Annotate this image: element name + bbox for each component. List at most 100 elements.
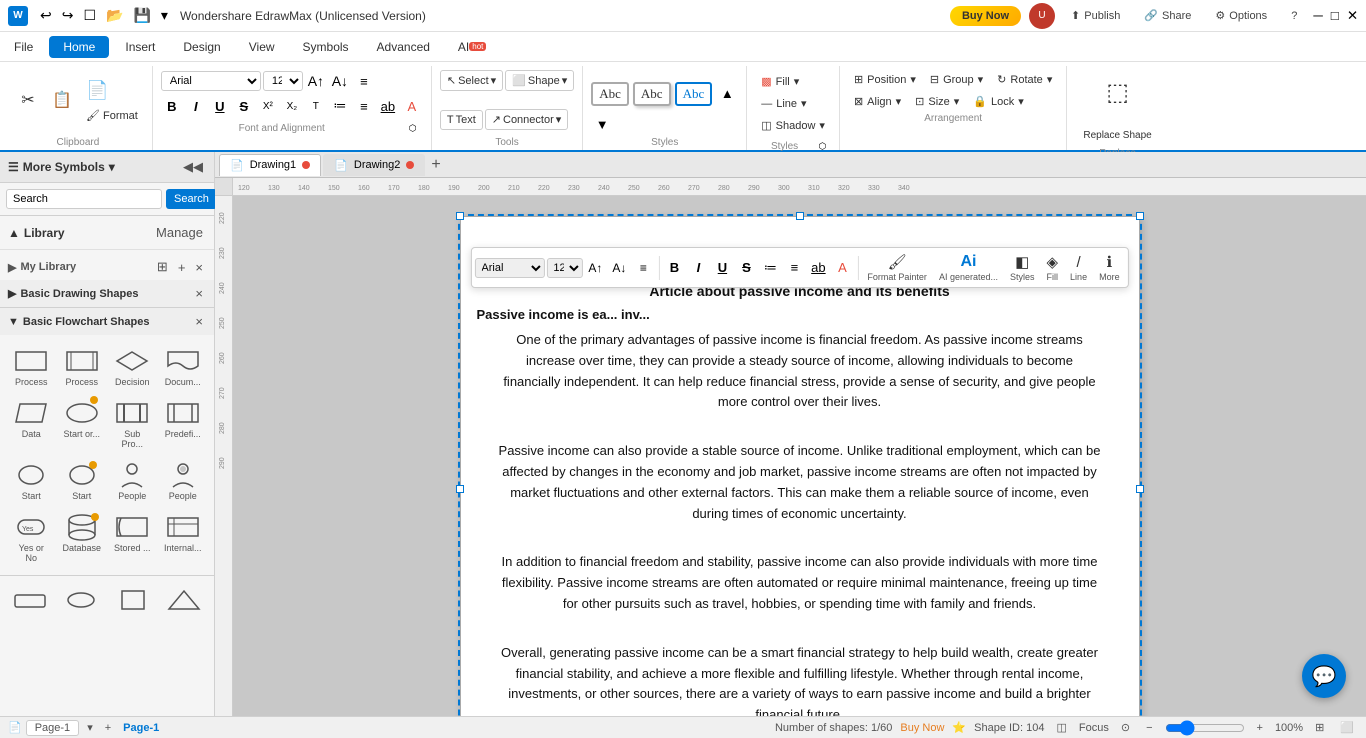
styles-scroll-down[interactable]: ▼ [591, 113, 613, 135]
shape-sub-process[interactable]: Sub Pro... [109, 395, 155, 453]
float-bold[interactable]: B [663, 257, 685, 279]
float-color[interactable]: A [831, 257, 853, 279]
font-size-select[interactable]: 12 [263, 71, 303, 91]
subscript-button[interactable]: X₂ [281, 95, 303, 117]
shape-dropdown[interactable]: ⬜ Shape ▾ [505, 70, 574, 91]
float-more[interactable]: ℹ More [1094, 251, 1125, 284]
minimize-button[interactable]: ─ [1313, 8, 1322, 23]
chatbot-button[interactable]: 💬 [1302, 654, 1346, 698]
shape-start-2[interactable]: Start [58, 457, 105, 505]
shape-internal[interactable]: Internal... [160, 509, 206, 567]
shape-predefined[interactable]: Predefi... [160, 395, 206, 453]
open-file-button[interactable]: 📂 [102, 5, 127, 26]
float-list2[interactable]: ≡ [783, 257, 805, 279]
page-dropdown-button[interactable]: ▾ [83, 720, 97, 735]
publish-button[interactable]: ⬆ Publish [1063, 5, 1128, 26]
basic-drawing-shapes-header[interactable]: ▶ Basic Drawing Shapes × [0, 280, 214, 307]
float-underline[interactable]: U [711, 257, 733, 279]
bold-button[interactable]: B [161, 95, 183, 117]
menu-symbols[interactable]: Symbols [289, 36, 363, 58]
float-font-down[interactable]: A↓ [608, 257, 630, 279]
paste-button[interactable]: 📄 [80, 77, 144, 104]
fit-page-button[interactable]: ⊞ [1311, 720, 1328, 735]
menu-design[interactable]: Design [169, 36, 234, 58]
line-button[interactable]: — Line ▾ [755, 94, 831, 113]
underline2-button[interactable]: ab [377, 95, 399, 117]
shape-extra-4[interactable] [161, 582, 209, 618]
new-file-button[interactable]: ☐ [79, 5, 100, 26]
share-button[interactable]: 🔗 Share [1136, 5, 1199, 26]
menu-ai[interactable]: AI hot [444, 36, 500, 58]
styles-scroll-up[interactable]: ▲ [716, 83, 738, 105]
style-preset-1[interactable]: Abc [591, 82, 629, 106]
save-button[interactable]: 💾 [129, 5, 154, 26]
user-avatar[interactable]: U [1029, 3, 1055, 29]
shape-process-2[interactable]: Process [58, 343, 105, 391]
add-tab-button[interactable]: + [427, 156, 444, 174]
more-quick-actions[interactable]: ▾ [157, 5, 172, 26]
float-font-size[interactable]: 12 [546, 258, 582, 278]
tab-drawing1[interactable]: 📄 Drawing1 [219, 154, 321, 176]
search-button[interactable]: Search [166, 189, 217, 209]
basic-flowchart-shapes-header[interactable]: ▼ Basic Flowchart Shapes × [0, 308, 214, 335]
maximize-button[interactable]: □ [1331, 8, 1339, 23]
shape-start-or[interactable]: Start or... [58, 395, 105, 453]
align-button[interactable]: ≡ [353, 70, 375, 92]
float-font-family[interactable]: Arial [474, 258, 544, 278]
float-styles[interactable]: ◧ Styles [1005, 251, 1040, 284]
size-button[interactable]: ⊡ Size ▾ [909, 92, 965, 111]
zoom-out-button[interactable]: − [1142, 721, 1156, 735]
options-button[interactable]: ⚙ Options [1207, 5, 1275, 26]
shape-data[interactable]: Data [8, 395, 54, 453]
float-strikethrough[interactable]: S [735, 257, 757, 279]
copy-button[interactable]: 📋 [46, 90, 78, 112]
list-style-button[interactable]: ≔ [329, 95, 351, 117]
style-preset-2[interactable]: Abc [633, 82, 671, 106]
page-label[interactable]: Page-1 [26, 720, 79, 736]
menu-view[interactable]: View [235, 36, 289, 58]
undo-button[interactable]: ↩ [36, 5, 56, 26]
float-line[interactable]: / Line [1065, 252, 1092, 284]
manage-button[interactable]: Manage [153, 224, 206, 241]
sidebar-collapse-button[interactable]: ◀◀ [180, 158, 206, 176]
lock-button[interactable]: 🔒 Lock ▾ [967, 92, 1029, 111]
tab-drawing2[interactable]: 📄 Drawing2 [323, 154, 425, 176]
connector-dropdown[interactable]: ↗ Connector ▾ [485, 109, 569, 130]
library-header[interactable]: ▲ Library Manage [8, 220, 206, 245]
shape-people-2[interactable]: People [160, 457, 206, 505]
layers-button[interactable]: ◫ [1052, 720, 1070, 735]
shadow-button[interactable]: ◫ Shadow ▾ [755, 116, 831, 135]
float-align[interactable]: ≡ [632, 257, 654, 279]
my-library-close-button[interactable]: × [192, 258, 206, 276]
add-page-button[interactable]: + [101, 721, 115, 735]
redo-button[interactable]: ↪ [58, 5, 78, 26]
focus-button[interactable]: ⊙ [1117, 720, 1134, 735]
menu-home[interactable]: Home [49, 36, 109, 58]
my-library-add-button[interactable]: + [175, 258, 189, 276]
float-italic[interactable]: I [687, 257, 709, 279]
float-underline2[interactable]: ab [807, 257, 829, 279]
close-button[interactable]: ✕ [1347, 8, 1358, 24]
strikethrough-button[interactable]: S [233, 95, 255, 117]
rotate-button[interactable]: ↻ Rotate ▾ [991, 70, 1058, 89]
replace-shape-button[interactable]: ⬚ Replace Shape [1075, 74, 1159, 146]
font-color-button[interactable]: A [401, 95, 423, 117]
shape-document[interactable]: Docum... [160, 343, 206, 391]
float-list1[interactable]: ≔ [759, 257, 781, 279]
buy-now-button[interactable]: Buy Now [950, 6, 1021, 26]
float-format-painter[interactable]: 🖌 Format Painter [862, 251, 932, 284]
group-button[interactable]: ⊟ Group ▾ [924, 70, 989, 89]
font-family-select[interactable]: Arial [161, 71, 261, 91]
basic-drawing-shapes-close[interactable]: × [192, 285, 206, 302]
search-input[interactable] [6, 189, 162, 209]
zoom-in-button[interactable]: + [1253, 721, 1267, 735]
superscript-button[interactable]: X² [257, 95, 279, 117]
position-button[interactable]: ⊞ Position ▾ [848, 70, 922, 89]
shape-process-1[interactable]: Process [8, 343, 54, 391]
list-button[interactable]: ≡ [353, 95, 375, 117]
shape-people-1[interactable]: People [109, 457, 155, 505]
menu-file[interactable]: File [0, 36, 47, 58]
font-decrease-button[interactable]: A↓ [329, 70, 351, 92]
shape-database[interactable]: Database [58, 509, 105, 567]
shape-start-1[interactable]: Start [8, 457, 54, 505]
